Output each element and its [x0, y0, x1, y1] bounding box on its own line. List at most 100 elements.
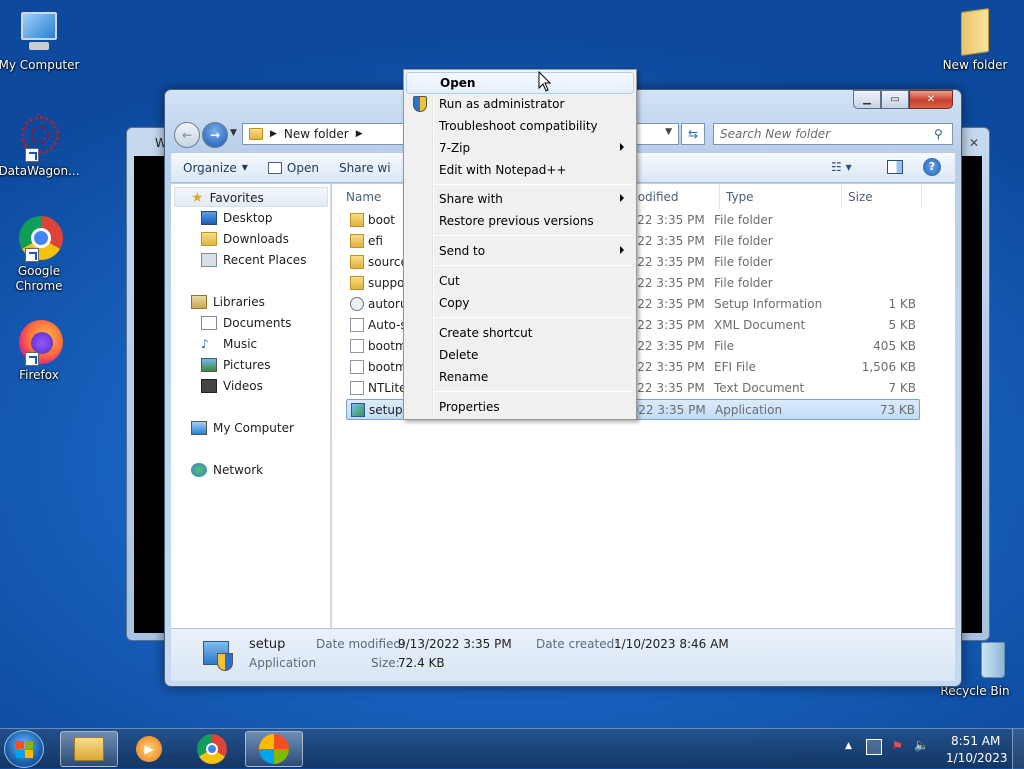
nav-my-computer[interactable]: My Computer [191, 421, 294, 435]
preview-pane-icon[interactable] [887, 160, 903, 174]
column-header-type[interactable]: Type [720, 184, 842, 209]
taskbar-chrome-button[interactable] [183, 731, 241, 767]
nav-label: Network [213, 463, 264, 477]
navigation-pane: ★ Favorites Desktop Downloads Recent Plac… [171, 184, 331, 628]
nav-label: Pictures [223, 358, 271, 372]
file-size: 5 KB [888, 318, 916, 332]
menu-item-label: Send to [439, 244, 486, 258]
desktop-icon [201, 211, 217, 225]
nav-favorites[interactable]: ★ Favorites [191, 190, 264, 206]
file-size: 1,506 KB [861, 360, 916, 374]
clock-date[interactable]: 1/10/2023 [946, 751, 1008, 765]
details-created-value: 1/10/2023 8:46 AM [614, 637, 729, 651]
menu-item-delete[interactable]: Delete [406, 344, 634, 366]
show-desktop-button[interactable] [1012, 729, 1024, 769]
help-icon[interactable]: ? [923, 158, 941, 176]
file-name: boot [368, 213, 396, 227]
menu-item-restore-previous-versions[interactable]: Restore previous versions [406, 210, 634, 232]
nav-label: Recent Places [223, 253, 307, 267]
menu-item-send-to[interactable]: Send to [406, 240, 634, 262]
menu-item-edit-with-notepadpp[interactable]: Edit with Notepad++ [406, 159, 634, 181]
taskbar-explorer-button[interactable] [60, 731, 118, 767]
taskbar-setup-button[interactable] [245, 731, 303, 767]
menu-separator [434, 391, 633, 392]
back-button[interactable]: ← [174, 122, 200, 148]
nav-desktop[interactable]: Desktop [201, 211, 273, 225]
desktop-icon-firefox[interactable]: Firefox [0, 318, 81, 383]
menu-item-rename[interactable]: Rename [406, 366, 634, 388]
close-icon[interactable]: ✕ [969, 136, 979, 150]
mouse-cursor-icon [538, 71, 552, 92]
file-size: 1 KB [888, 297, 916, 311]
menu-item-run-as-administrator[interactable]: Run as administrator [406, 93, 634, 115]
close-button[interactable]: ✕ [909, 90, 953, 109]
menu-item-copy[interactable]: Copy [406, 292, 634, 314]
nav-documents[interactable]: Documents [201, 316, 291, 330]
share-with-button[interactable]: Share wi [329, 161, 401, 175]
breadcrumb-separator-icon: ▶ [270, 129, 277, 139]
search-input[interactable]: Search New folder [713, 123, 953, 145]
volume-icon[interactable]: 🔈 [914, 738, 929, 752]
folder-icon [249, 128, 263, 140]
nav-downloads[interactable]: Downloads [201, 232, 289, 246]
menu-item-label: Cut [439, 274, 460, 288]
refresh-button[interactable]: ⇆ [681, 123, 705, 145]
maximize-button[interactable]: ▭ [881, 90, 909, 109]
nav-label: My Computer [213, 421, 294, 435]
file-name: setup [369, 403, 403, 417]
recent-pages-dropdown[interactable]: ▼ [230, 128, 237, 138]
nav-network[interactable]: Network [191, 463, 263, 477]
menu-item-7zip[interactable]: 7-Zip [406, 137, 634, 159]
organize-label: Organize [183, 160, 237, 175]
network-tray-icon[interactable] [866, 739, 882, 755]
start-button[interactable] [4, 730, 44, 768]
file-type: Application [715, 403, 783, 417]
network-icon [191, 463, 207, 477]
menu-item-properties[interactable]: Properties [406, 396, 634, 418]
desktop-icon-label: New folder [942, 58, 1008, 72]
file-name: source [368, 255, 408, 269]
forward-button[interactable]: → [202, 122, 228, 148]
view-options-icon[interactable]: ☷ ▾ [831, 160, 852, 174]
desktop-icon-my-computer[interactable]: My Computer [0, 8, 81, 73]
menu-item-open[interactable]: Open [406, 72, 634, 94]
close-icon: ✕ [926, 94, 936, 105]
action-center-icon[interactable]: ⚑ [892, 739, 903, 753]
column-header-size[interactable]: Size [842, 184, 922, 209]
file-type: XML Document [714, 318, 806, 332]
menu-item-create-shortcut[interactable]: Create shortcut [406, 322, 634, 344]
clock-time[interactable]: 8:51 AM [951, 734, 1000, 748]
minimize-button[interactable]: ▁ [853, 90, 881, 109]
open-button[interactable]: Open [258, 161, 329, 175]
breadcrumb-item[interactable]: New folder [284, 127, 349, 141]
menu-item-cut[interactable]: Cut [406, 270, 634, 292]
nav-music[interactable]: ♪ Music [201, 337, 257, 351]
nav-recent-places[interactable]: Recent Places [201, 253, 306, 267]
file-icon [350, 360, 364, 374]
search-icon[interactable]: ⚲ [934, 127, 943, 141]
taskbar-media-player-button[interactable]: ▶ [120, 731, 178, 767]
uac-shield-icon [413, 96, 427, 112]
nav-libraries[interactable]: Libraries [191, 295, 265, 309]
menu-item-share-with[interactable]: Share with [406, 188, 634, 210]
recent-places-icon [201, 253, 217, 267]
show-hidden-icons-icon[interactable]: ▲ [845, 741, 852, 751]
nav-videos[interactable]: Videos [201, 379, 263, 393]
desktop-icon-new-folder[interactable]: New folder [933, 8, 1017, 73]
desktop-icon-datawagon[interactable]: DataWagon... [0, 114, 81, 179]
libraries-icon [191, 295, 207, 309]
folder-icon [350, 255, 364, 269]
nav-pictures[interactable]: Pictures [201, 358, 271, 372]
desktop-icon-google-chrome[interactable]: Google Chrome [0, 214, 81, 294]
nav-label: Downloads [223, 232, 289, 246]
file-name: autoru [368, 297, 408, 311]
organize-button[interactable]: Organize ▼ [171, 161, 258, 175]
address-dropdown[interactable]: ▼ [665, 127, 672, 137]
refresh-icon: ⇆ [687, 127, 699, 141]
nav-label: Favorites [209, 191, 264, 205]
nav-label: Videos [223, 379, 263, 393]
context-menu: Open Run as administrator Troubleshoot c… [403, 69, 637, 420]
menu-separator [434, 317, 633, 318]
menu-item-troubleshoot-compatibility[interactable]: Troubleshoot compatibility [406, 115, 634, 137]
file-size: 405 KB [873, 339, 916, 353]
